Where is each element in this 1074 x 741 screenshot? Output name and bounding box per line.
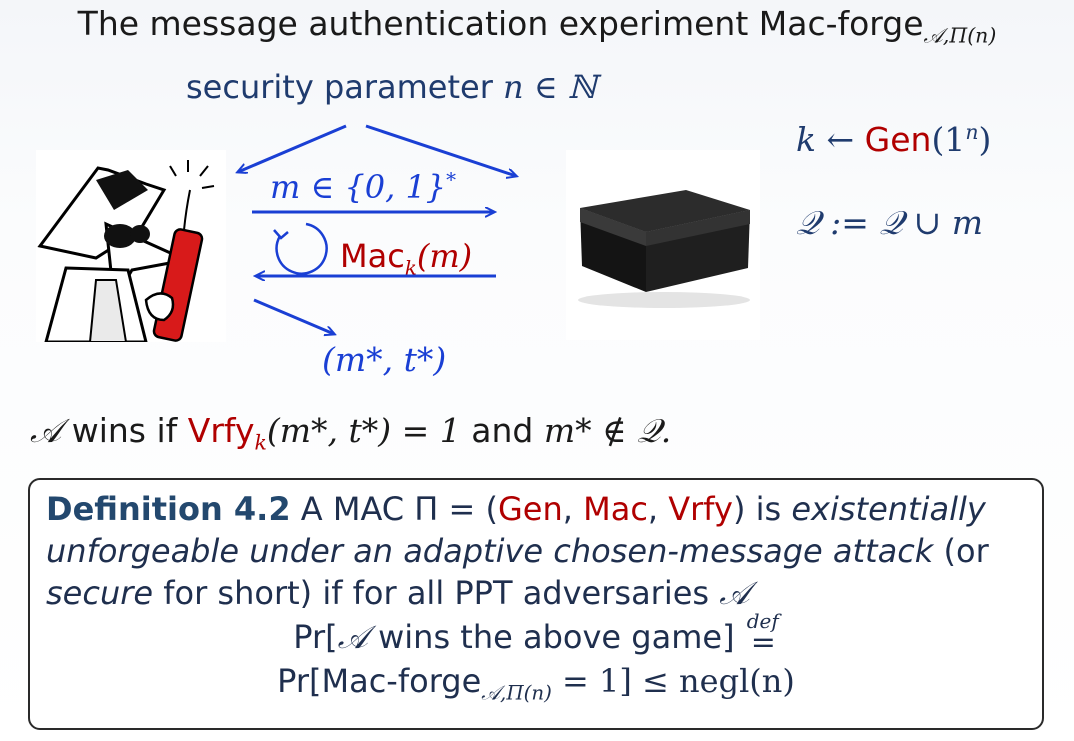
definition-box: Definition 4.2 A MAC Π = (Gen, Mac, Vrfy… bbox=[28, 478, 1044, 730]
oracle-black-box-icon bbox=[566, 150, 760, 340]
query-set-update: 𝒬 := 𝒬 ∪ m bbox=[796, 203, 984, 242]
forge-arrow bbox=[253, 298, 334, 334]
loop-icon bbox=[275, 222, 328, 275]
probability-line-2: Pr[Mac-forge𝒜,Π(n) = 1] ≤ negl(n) bbox=[277, 662, 795, 705]
def-equals-symbol: def = bbox=[746, 609, 779, 660]
probability-line-1: Pr[𝒜 wins the above game] def = bbox=[293, 609, 779, 660]
definition-heading: Definition 4.2 bbox=[46, 490, 291, 528]
definition-text: Definition 4.2 A MAC Π = (Gen, Mac, Vrfy… bbox=[46, 490, 989, 612]
query-label: m ∈ {0, 1}* bbox=[270, 168, 457, 206]
param-arrow-left bbox=[238, 124, 347, 172]
forgery-label: (m*, t*) bbox=[322, 340, 447, 379]
mac-response-label: Mack(m) bbox=[340, 237, 473, 280]
win-condition: 𝒜 wins if Vrfyk(m*, t*) = 1 and m* ∉ 𝒬. bbox=[30, 411, 672, 455]
key-generation: k ← Gen(1n) bbox=[796, 120, 992, 159]
adversary-spy-icon bbox=[36, 150, 226, 342]
